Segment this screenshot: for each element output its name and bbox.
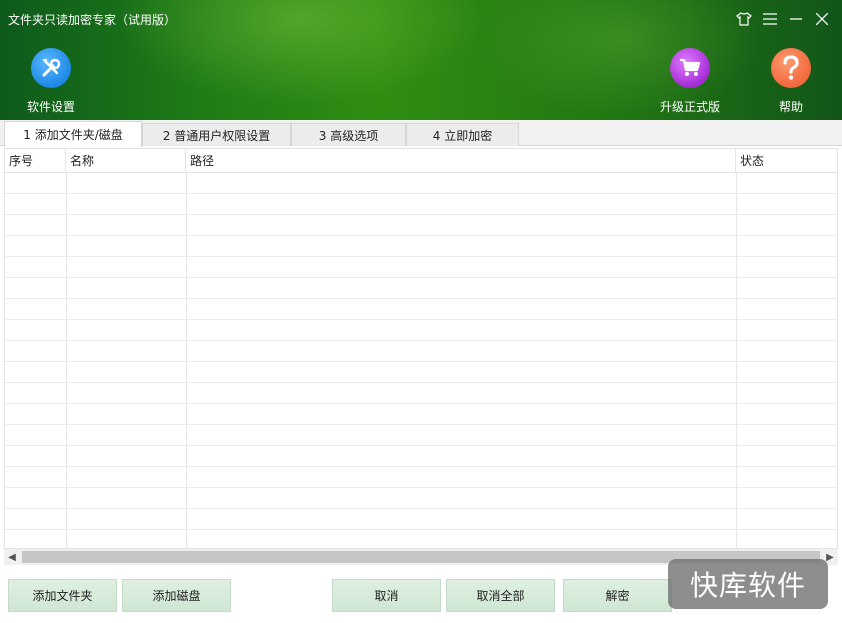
column-header-status[interactable]: 状态 [736,149,837,173]
table-row[interactable] [5,404,837,425]
table-row[interactable] [5,278,837,299]
table-row[interactable] [5,341,837,362]
table-row[interactable] [5,425,837,446]
table-row[interactable] [5,194,837,215]
tab-user-permissions[interactable]: 2 普通用户权限设置 [142,123,291,146]
wrench-screwdriver-icon [31,48,71,88]
table-row[interactable] [5,173,837,194]
table-row[interactable] [5,467,837,488]
table-row[interactable] [5,320,837,341]
settings-button[interactable]: 软件设置 [11,48,91,115]
folder-table[interactable]: 序号 名称 路径 状态 [4,148,838,549]
menu-icon[interactable] [760,8,780,30]
column-header-name[interactable]: 名称 [66,149,186,173]
table-row[interactable] [5,362,837,383]
help-label: 帮助 [778,100,803,114]
table-row[interactable] [5,446,837,467]
settings-label: 软件设置 [26,100,75,114]
cart-icon [670,48,710,88]
close-icon[interactable] [812,8,832,30]
watermark: 快库软件 [668,559,828,609]
cancel-all-button[interactable]: 取消全部 [446,579,555,612]
window-controls [734,8,832,30]
add-folder-button[interactable]: 添加文件夹 [8,579,117,612]
table-row[interactable] [5,509,837,530]
table-row[interactable] [5,257,837,278]
tab-advanced-options[interactable]: 3 高级选项 [291,123,406,146]
tab-encrypt-now[interactable]: 4 立即加密 [406,123,519,146]
add-disk-button[interactable]: 添加磁盘 [122,579,231,612]
table-row[interactable] [5,215,837,236]
table-row[interactable] [5,299,837,320]
question-icon [771,48,811,88]
table-body [5,173,837,548]
minimize-icon[interactable] [786,8,806,30]
table-row[interactable] [5,236,837,257]
header-banner: 文件夹只读加密专家（试用版） 软件设置 升级正式版 帮助 [0,0,842,120]
decrypt-button[interactable]: 解密 [563,579,672,612]
shirt-icon[interactable] [734,8,754,30]
help-button[interactable]: 帮助 [751,48,831,115]
table-row[interactable] [5,530,837,548]
upgrade-label: 升级正式版 [659,100,720,114]
scroll-left-icon[interactable]: ◀ [4,549,20,565]
tab-bar: 1 添加文件夹/磁盘 2 普通用户权限设置 3 高级选项 4 立即加密 [0,120,842,147]
upgrade-button[interactable]: 升级正式版 [650,48,730,115]
column-header-path[interactable]: 路径 [186,149,736,173]
table-row[interactable] [5,383,837,404]
tab-add-folder-disk[interactable]: 1 添加文件夹/磁盘 [4,121,142,147]
cancel-button[interactable]: 取消 [332,579,441,612]
column-header-index[interactable]: 序号 [5,149,66,173]
table-row[interactable] [5,488,837,509]
table-header: 序号 名称 路径 状态 [5,149,837,173]
window-title: 文件夹只读加密专家（试用版） [8,13,177,27]
